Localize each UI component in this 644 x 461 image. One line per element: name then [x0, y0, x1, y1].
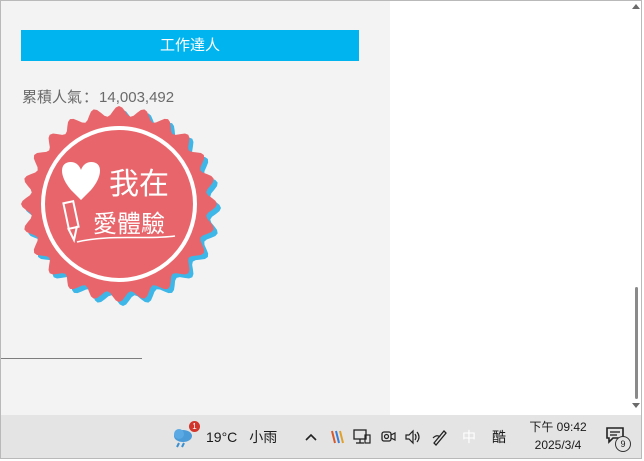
notification-icon[interactable]: 9	[605, 425, 631, 452]
divider-line	[0, 358, 142, 359]
ime-extra-icon[interactable]: 酷	[486, 415, 512, 459]
badge-line2: 愛體驗	[93, 210, 165, 238]
weather-alert-badge: 1	[189, 421, 200, 432]
taskbar: 1 19°C 小雨 中 酷 下午 09:42 2025/3/4 9	[0, 415, 642, 459]
ime-mode[interactable]: 中	[456, 415, 482, 459]
scroll-thumb[interactable]	[635, 287, 638, 399]
volume-icon[interactable]	[401, 415, 425, 459]
network-icon[interactable]	[350, 415, 374, 459]
badge-line1: 我在	[109, 167, 169, 202]
experience-badge[interactable]: 我在 愛體驗	[19, 104, 223, 308]
weather-widget[interactable]: 1 19°C 小雨	[170, 415, 277, 459]
sidebar-panel: 工作達人 累積人氣：14,003,492 我在 愛體驗	[0, 0, 390, 415]
pen-icon[interactable]	[428, 415, 452, 459]
content-pane	[390, 0, 630, 415]
chevron-up-icon[interactable]	[300, 415, 322, 459]
clock-date: 2025/3/4	[534, 438, 582, 452]
clock-time: 下午 09:42	[529, 420, 587, 434]
system-clock[interactable]: 下午 09:42 2025/3/4	[520, 418, 596, 454]
scroll-down-icon[interactable]	[632, 403, 640, 408]
notification-count: 9	[615, 436, 631, 452]
camera-icon[interactable]	[376, 415, 400, 459]
vertical-scrollbar[interactable]	[630, 0, 642, 415]
weather-temperature: 19°C	[206, 429, 238, 445]
work-expert-button[interactable]: 工作達人	[21, 30, 359, 61]
weather-rain-icon: 1	[170, 421, 200, 450]
app-tray-icon[interactable]	[325, 415, 349, 459]
weather-condition: 小雨	[249, 429, 278, 445]
scroll-up-icon[interactable]	[632, 4, 640, 9]
